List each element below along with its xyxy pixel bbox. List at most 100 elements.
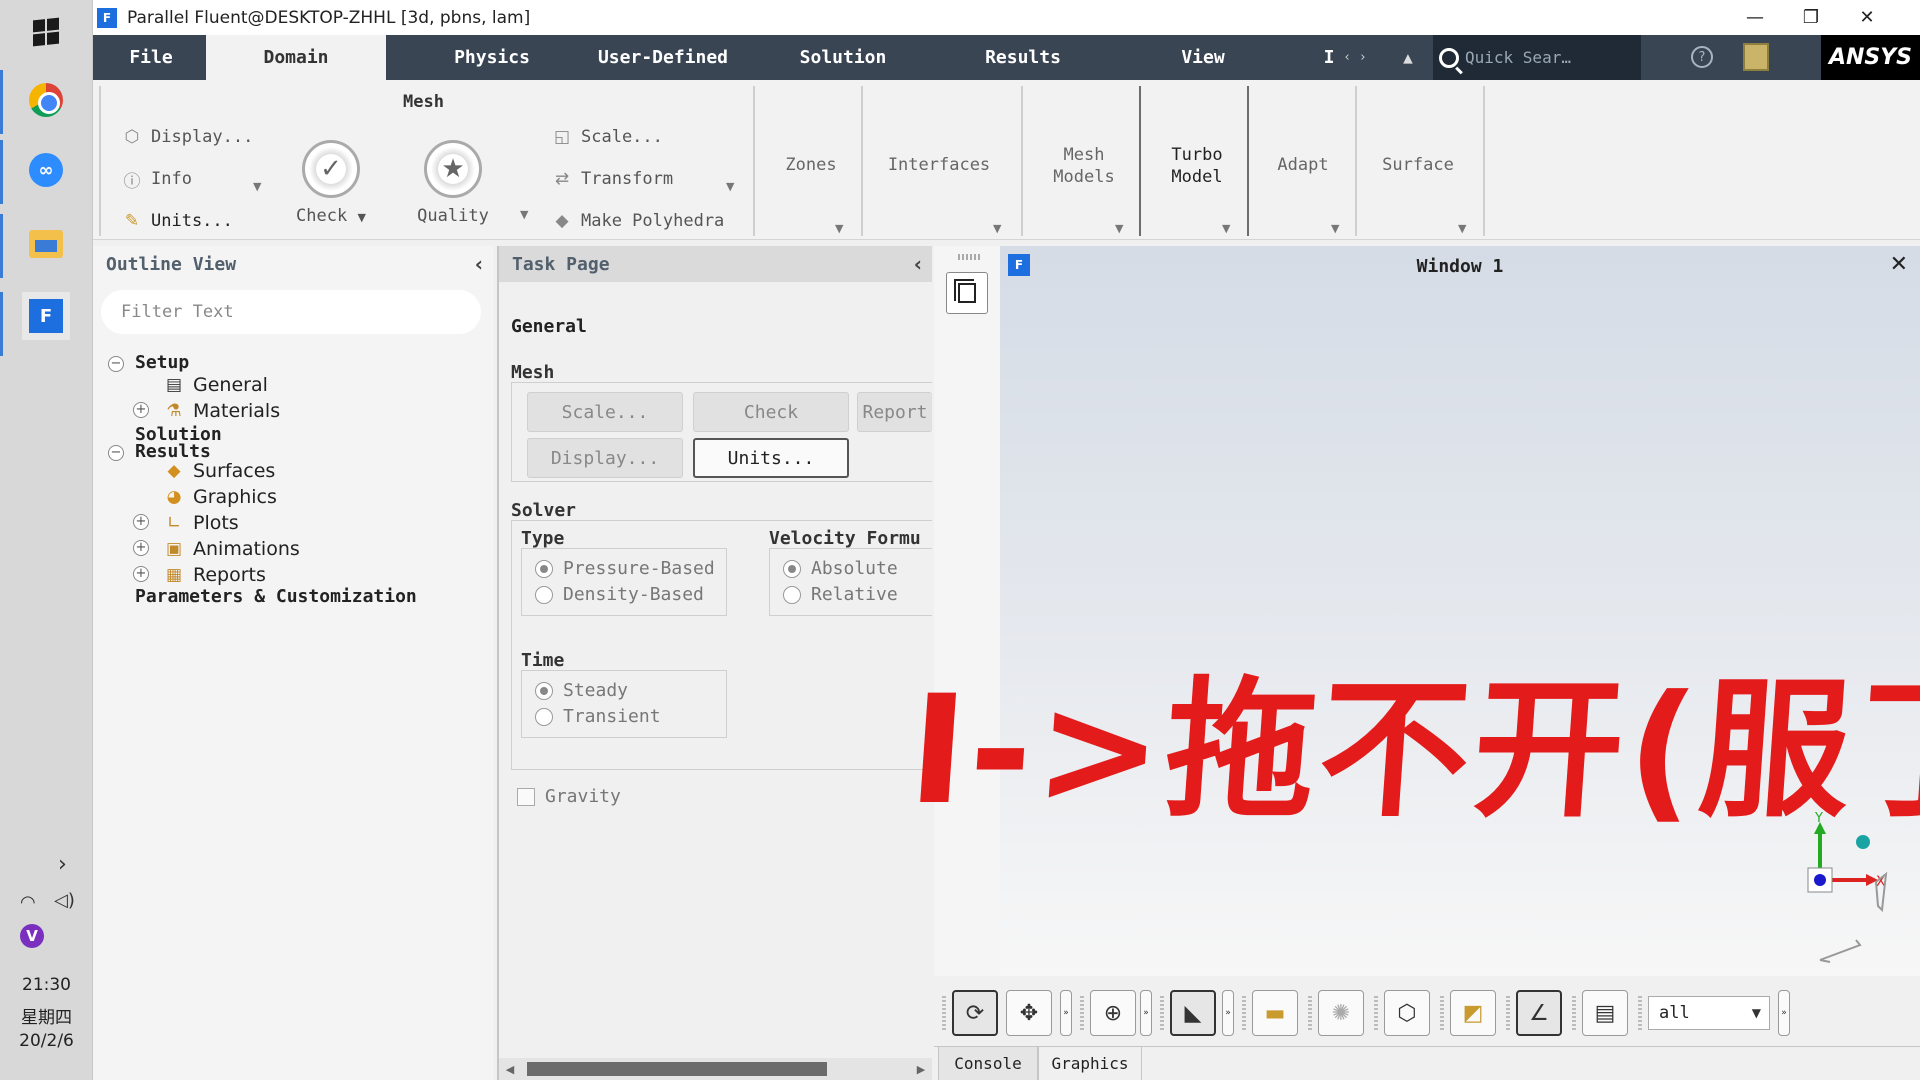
adapt-dropdown-icon[interactable]: ▼ bbox=[1331, 222, 1339, 235]
radio-pressure-based[interactable]: Pressure-Based bbox=[535, 558, 715, 579]
mesh-check-button[interactable]: ✓ Check ▼ bbox=[291, 140, 371, 226]
tree-item-materials[interactable]: ⚗ Materials bbox=[163, 400, 280, 422]
volume-icon[interactable]: ◁) bbox=[54, 890, 75, 911]
make-polyhedra-button[interactable]: ◆ Make Polyhedra bbox=[551, 210, 724, 232]
collapse-setup-icon[interactable]: − bbox=[108, 356, 124, 372]
mesh-transform-button[interactable]: ⇄ Transform bbox=[551, 168, 673, 190]
turbo-model-dropdown-icon[interactable]: ▼ bbox=[1222, 222, 1230, 235]
zoom-more-button[interactable]: » bbox=[1140, 990, 1152, 1036]
tab-results[interactable]: Results bbox=[943, 35, 1103, 80]
radio-absolute[interactable]: Absolute bbox=[783, 558, 898, 579]
tab-scroll-arrows-icon[interactable]: ‹ › bbox=[1337, 35, 1373, 80]
copy-image-button[interactable] bbox=[946, 272, 988, 314]
tab-overflow[interactable]: I bbox=[1321, 35, 1337, 80]
scroll-thumb[interactable] bbox=[527, 1062, 827, 1076]
clock-time[interactable]: 21:30 bbox=[0, 975, 93, 995]
surface-menu[interactable]: Surface bbox=[1363, 154, 1473, 176]
tree-item-general[interactable]: ▤ General bbox=[163, 374, 268, 396]
meeting-app-icon[interactable]: ∞ bbox=[22, 146, 70, 194]
taskpage-check-button[interactable]: Check bbox=[693, 392, 849, 432]
tree-item-plots[interactable]: ∟ Plots bbox=[163, 512, 239, 534]
layout-settings-icon[interactable] bbox=[1743, 43, 1769, 71]
expand-materials-icon[interactable]: + bbox=[133, 402, 149, 418]
v-app-tray-icon[interactable]: V bbox=[20, 924, 44, 948]
mesh-scale-button[interactable]: ◱ Scale... bbox=[551, 126, 663, 148]
mesh-units-button[interactable]: ✎ Units... bbox=[121, 210, 233, 232]
axes-toggle-button[interactable]: ∠ bbox=[1516, 990, 1562, 1036]
show-hidden-icons-chevron-icon[interactable]: › bbox=[58, 852, 67, 877]
rotate-view-button[interactable]: ⟳ bbox=[952, 990, 998, 1036]
minimize-button[interactable]: — bbox=[1727, 0, 1783, 35]
interfaces-dropdown-icon[interactable]: ▼ bbox=[993, 222, 1001, 235]
surface-dropdown-icon[interactable]: ▼ bbox=[1458, 222, 1466, 235]
lights-button[interactable]: ✺ bbox=[1318, 990, 1364, 1036]
radio-steady[interactable]: Steady bbox=[535, 680, 628, 701]
turbo-model-menu[interactable]: Turbo Model bbox=[1147, 144, 1247, 188]
collapse-task-page-chevron-icon[interactable]: ‹ bbox=[914, 252, 922, 276]
surface-filter-select[interactable]: all ▼ bbox=[1648, 996, 1770, 1030]
mesh-models-menu[interactable]: Mesh Models bbox=[1029, 144, 1139, 188]
gravity-checkbox[interactable]: Gravity bbox=[517, 786, 621, 807]
collapse-results-icon[interactable]: − bbox=[108, 445, 124, 461]
mouse-mode-more-button[interactable]: » bbox=[1060, 990, 1072, 1036]
tab-console[interactable]: Console bbox=[938, 1047, 1038, 1080]
scroll-right-arrow-icon[interactable]: ▶ bbox=[910, 1058, 932, 1080]
pan-view-button[interactable]: ✥ bbox=[1006, 990, 1052, 1036]
tree-item-setup[interactable]: Setup bbox=[135, 352, 189, 373]
zones-menu[interactable]: Zones bbox=[761, 154, 861, 176]
help-icon[interactable]: ? bbox=[1691, 46, 1713, 68]
interfaces-menu[interactable]: Interfaces bbox=[869, 154, 1009, 176]
outline-filter-input[interactable]: Filter Text bbox=[101, 290, 481, 334]
collapse-panel-chevron-icon[interactable]: ‹ bbox=[475, 252, 483, 276]
scroll-left-arrow-icon[interactable]: ◀ bbox=[499, 1058, 521, 1080]
expand-animations-icon[interactable]: + bbox=[133, 540, 149, 556]
close-graphics-window-icon[interactable]: ✕ bbox=[1890, 252, 1908, 277]
zoom-fit-button[interactable]: ⊕ bbox=[1090, 990, 1136, 1036]
toolbar-grip[interactable] bbox=[958, 254, 982, 260]
tab-graphics[interactable]: Graphics bbox=[1038, 1047, 1142, 1080]
file-explorer-icon[interactable] bbox=[22, 220, 70, 268]
radio-transient[interactable]: Transient bbox=[535, 706, 661, 727]
mesh-display-button[interactable]: ⬡ Display... bbox=[121, 126, 254, 148]
task-page-horizontal-scrollbar[interactable]: ◀ ▶ bbox=[499, 1058, 932, 1080]
annotation-button[interactable]: ▤ bbox=[1582, 990, 1628, 1036]
quality-dropdown-icon[interactable]: ▼ bbox=[520, 208, 528, 221]
quick-search-input[interactable]: Quick Sear… bbox=[1433, 35, 1641, 80]
taskpage-scale-button[interactable]: Scale... bbox=[527, 392, 683, 432]
taskpage-display-button[interactable]: Display... bbox=[527, 438, 683, 478]
tab-solution[interactable]: Solution bbox=[763, 35, 923, 80]
probe-more-button[interactable]: » bbox=[1222, 990, 1234, 1036]
close-window-button[interactable]: ✕ bbox=[1839, 0, 1895, 35]
collapse-ribbon-icon[interactable]: ▲ bbox=[1383, 35, 1433, 80]
tree-item-animations[interactable]: ▣ Animations bbox=[163, 538, 300, 560]
chrome-icon[interactable] bbox=[22, 76, 70, 124]
mesh-quality-button[interactable]: ★ Quality bbox=[411, 140, 495, 226]
tree-item-parameters-customization[interactable]: Parameters & Customization bbox=[135, 586, 417, 607]
tab-domain[interactable]: Domain bbox=[206, 35, 386, 80]
tree-item-graphics[interactable]: ◕ Graphics bbox=[163, 486, 277, 508]
tab-view[interactable]: View bbox=[1123, 35, 1283, 80]
fluent-taskbar-icon[interactable]: F bbox=[22, 292, 70, 340]
mesh-models-dropdown-icon[interactable]: ▼ bbox=[1115, 222, 1123, 235]
info-dropdown-icon[interactable]: ▼ bbox=[253, 180, 261, 193]
radio-density-based[interactable]: Density-Based bbox=[535, 584, 704, 605]
zones-dropdown-icon[interactable]: ▼ bbox=[835, 222, 843, 235]
transform-dropdown-icon[interactable]: ▼ bbox=[726, 180, 734, 193]
radio-relative[interactable]: Relative bbox=[783, 584, 898, 605]
tree-item-results[interactable]: Results bbox=[135, 441, 211, 462]
tree-item-surfaces[interactable]: ◆ Surfaces bbox=[163, 460, 275, 482]
windows-start-icon[interactable] bbox=[22, 8, 70, 56]
tree-item-reports[interactable]: ▦ Reports bbox=[163, 564, 266, 586]
mesh-info-button[interactable]: ⓘ Info bbox=[121, 168, 192, 192]
expand-reports-icon[interactable]: + bbox=[133, 566, 149, 582]
tab-user-defined[interactable]: User-Defined bbox=[563, 35, 763, 80]
probe-button[interactable]: ◣ bbox=[1170, 990, 1216, 1036]
measure-button[interactable]: ▬ bbox=[1252, 990, 1298, 1036]
restore-button[interactable]: ❐ bbox=[1783, 0, 1839, 35]
wifi-icon[interactable]: ◠ bbox=[20, 892, 36, 913]
tab-physics[interactable]: Physics bbox=[411, 35, 573, 80]
isometric-view-button[interactable]: ⬡ bbox=[1384, 990, 1430, 1036]
taskpage-units-button[interactable]: Units... bbox=[693, 438, 849, 478]
adapt-menu[interactable]: Adapt bbox=[1255, 154, 1351, 176]
tab-file[interactable]: File bbox=[97, 35, 205, 80]
